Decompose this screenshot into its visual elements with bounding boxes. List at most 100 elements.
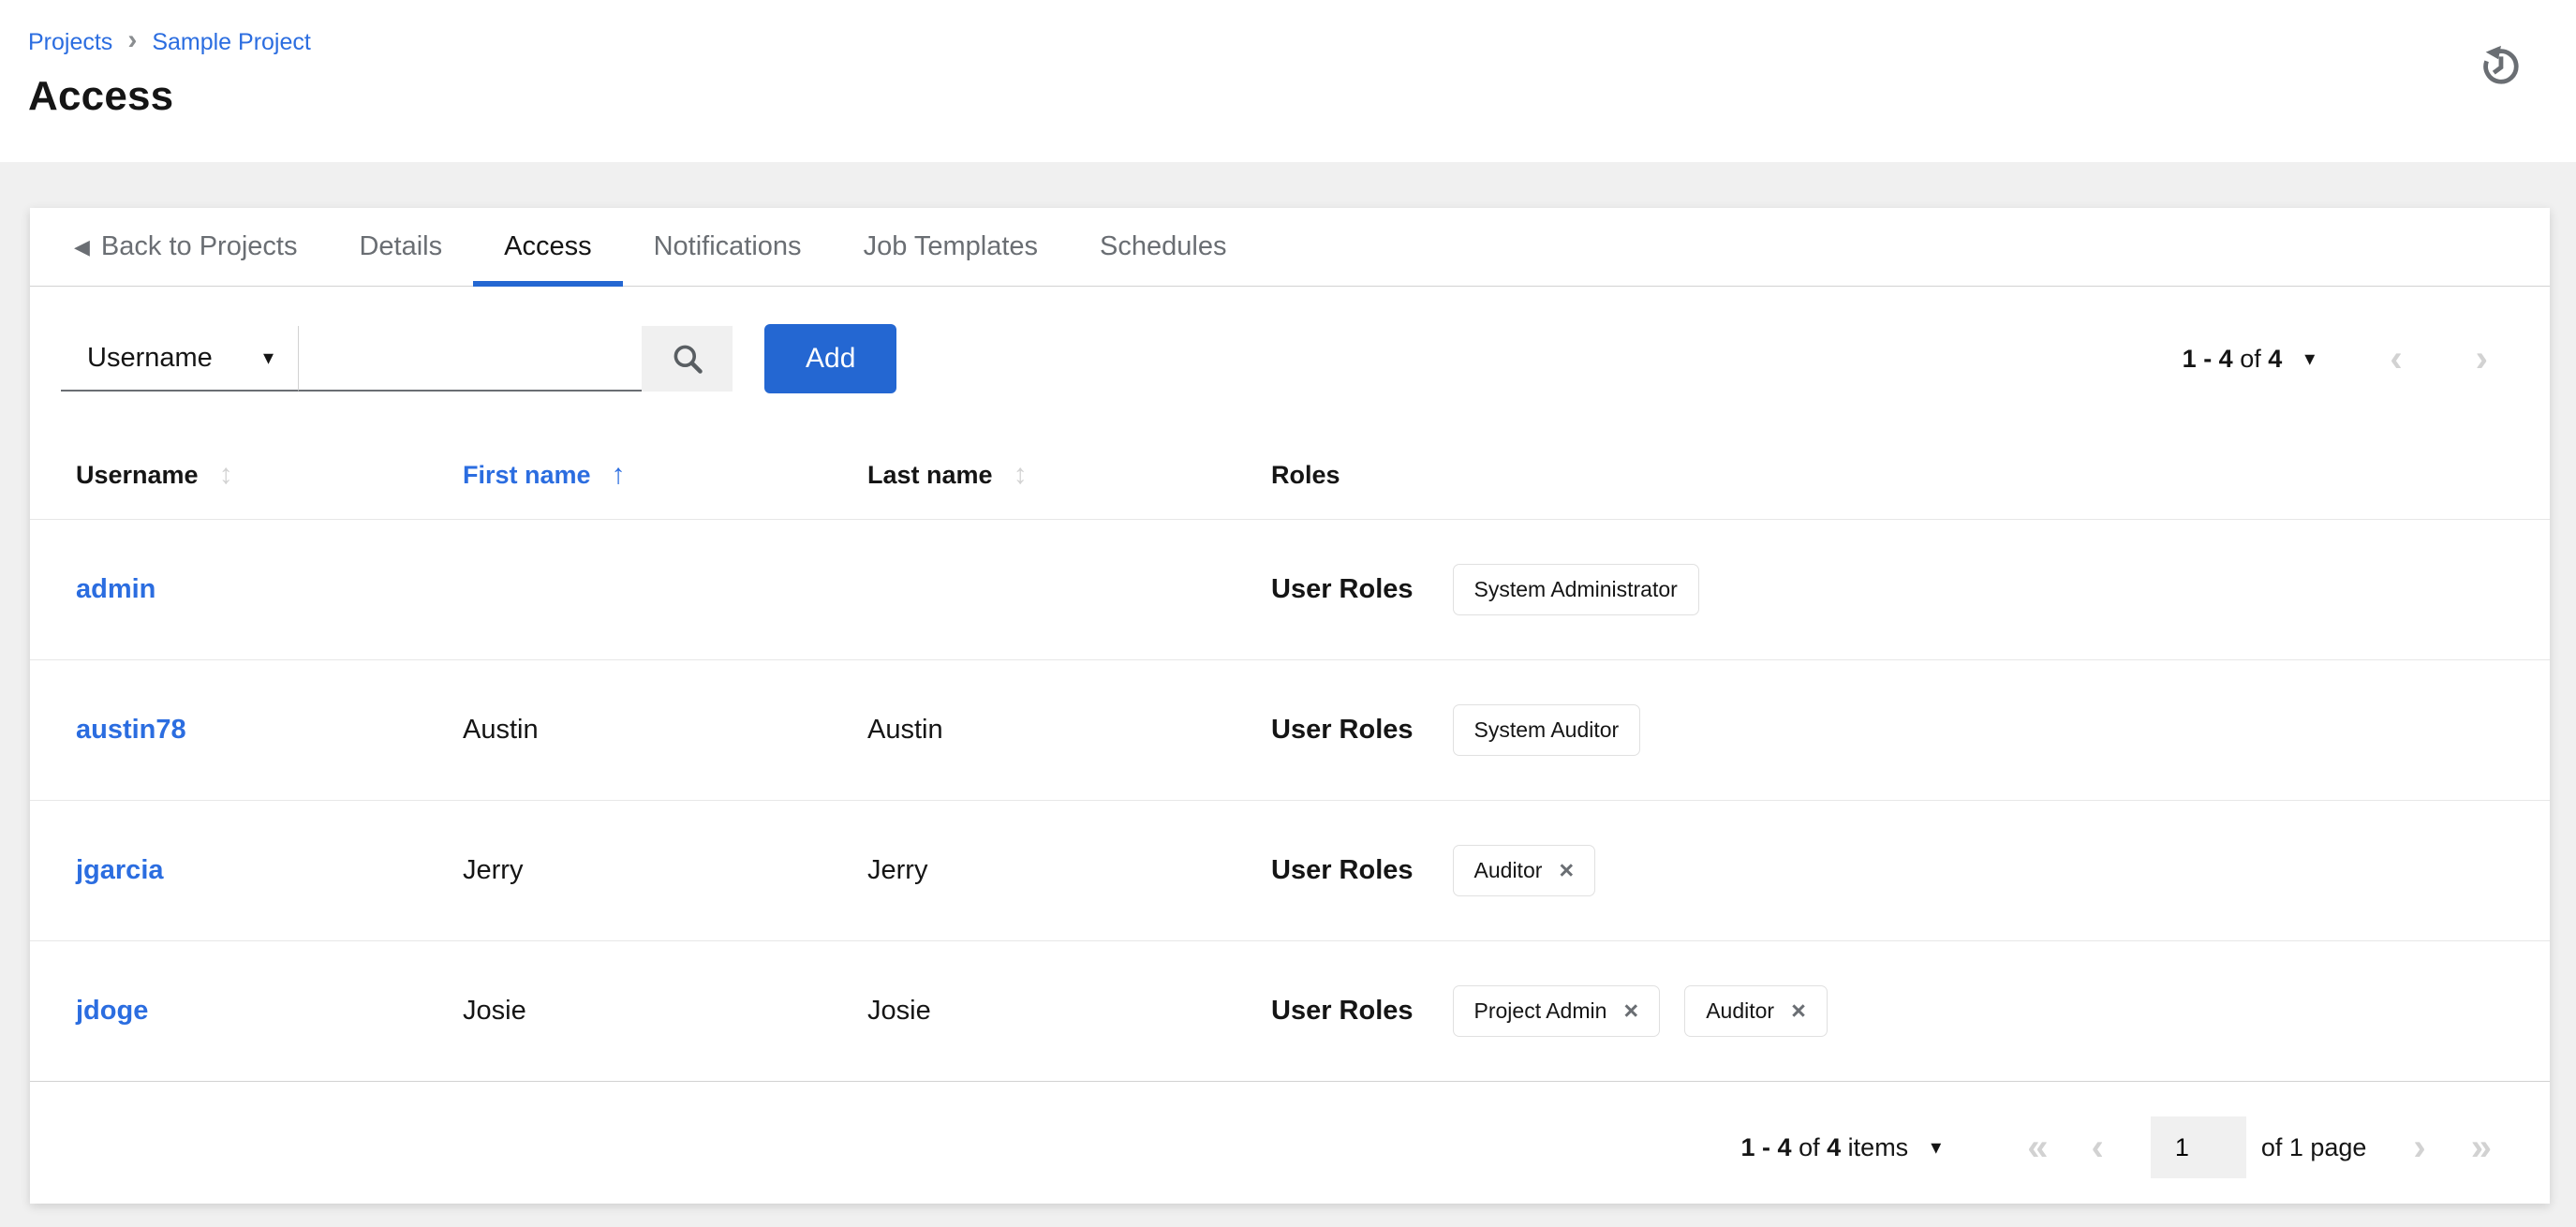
next-page-icon[interactable]: › — [2476, 340, 2488, 377]
first-name-cell: Josie — [463, 996, 526, 1026]
role-chip: Project Admin × — [1452, 985, 1661, 1037]
tab-job-templates[interactable]: Job Templates — [833, 208, 1069, 286]
column-header-roles: Roles — [1271, 461, 2512, 490]
user-roles-label: User Roles — [1271, 574, 1414, 604]
column-label: First name — [463, 460, 591, 489]
role-chip: Auditor × — [1684, 985, 1828, 1037]
sort-icon[interactable]: ↕ — [219, 459, 233, 491]
tab-notifications[interactable]: Notifications — [623, 208, 833, 286]
pagination-items-word: items — [1847, 1132, 1909, 1161]
table-body: admin User Roles System Administrator austi… — [30, 519, 2550, 1081]
tab-back-to-projects[interactable]: ◀ Back to Projects — [43, 208, 328, 286]
access-card: ◀ Back to Projects Details Access Notificati… — [30, 208, 2550, 1204]
username-cell: austin78 — [76, 715, 463, 746]
username-cell: jgarcia — [76, 855, 463, 886]
history-icon — [2479, 43, 2522, 86]
first-page-icon[interactable]: « — [2027, 1129, 2048, 1166]
breadcrumb-link-projects[interactable]: Projects — [28, 29, 112, 56]
column-label: Roles — [1271, 460, 1340, 489]
role-chip: System Auditor — [1452, 704, 1641, 756]
last-page-icon[interactable]: » — [2471, 1129, 2492, 1166]
role-chip-label: Auditor — [1473, 858, 1543, 882]
last-name-cell: Jerry — [867, 855, 928, 885]
pagination-range: 1 - 4 — [1740, 1132, 1792, 1161]
footer-items-text[interactable]: 1 - 4 of 4 items — [1741, 1133, 1909, 1162]
filter-type-select[interactable]: Username ▾ — [61, 326, 298, 392]
column-label: Username — [76, 460, 199, 489]
page-of-label: of 1 page — [2260, 1132, 2367, 1161]
roles-cell: User Roles System Administrator — [1271, 564, 2512, 615]
column-header-first-name[interactable]: First name ↑ — [463, 459, 867, 491]
table-row: admin User Roles System Administrator — [30, 519, 2550, 659]
prev-page-icon[interactable]: ‹ — [2390, 340, 2402, 377]
search-button[interactable] — [642, 326, 733, 392]
tab-label: Job Templates — [863, 231, 1039, 261]
close-icon[interactable]: × — [1623, 998, 1638, 1024]
username-link[interactable]: jdoge — [76, 996, 148, 1026]
roles-cell: User Roles Project Admin × Auditor × — [1271, 985, 2512, 1037]
breadcrumb-separator-icon: › — [127, 24, 138, 55]
top-pagination-text[interactable]: 1 - 4 of 4 — [2183, 345, 2283, 374]
next-page-icon[interactable]: › — [2413, 1129, 2425, 1166]
role-chips: System Auditor — [1452, 704, 1641, 756]
tab-label: Details — [359, 231, 443, 261]
breadcrumb: Projects › Sample Project — [28, 26, 2576, 58]
breadcrumb-link-sample-project[interactable]: Sample Project — [152, 29, 311, 56]
chevron-down-icon[interactable]: ▾ — [2304, 348, 2315, 369]
table-row: jgarcia Jerry Jerry User Roles Auditor × — [30, 800, 2550, 940]
roles-cell: User Roles Auditor × — [1271, 845, 2512, 896]
page-title: Access — [28, 73, 174, 119]
pagination-total: 4 — [2268, 344, 2283, 373]
add-button[interactable]: Add — [764, 324, 897, 393]
page-number-input[interactable] — [2150, 1116, 2246, 1178]
column-label: Last name — [867, 460, 993, 489]
table-header: Username ↕ First name ↑ Last name ↕ Roles — [30, 431, 2550, 519]
pagination-total: 4 — [1827, 1132, 1842, 1161]
username-link[interactable]: jgarcia — [76, 855, 164, 885]
role-chip-label: System Auditor — [1473, 717, 1620, 742]
last-name-cell: Josie — [867, 996, 931, 1026]
sort-icon[interactable]: ↕ — [1014, 459, 1028, 491]
sort-ascending-icon[interactable]: ↑ — [612, 459, 626, 491]
back-icon: ◀ — [74, 234, 90, 259]
user-roles-label: User Roles — [1271, 996, 1414, 1026]
chevron-down-icon[interactable]: ▾ — [1931, 1137, 1941, 1158]
toolbar: Username ▾ Add 1 - 4 of 4 ▾ ‹ › — [30, 287, 2550, 431]
username-link[interactable]: admin — [76, 574, 155, 604]
role-chips: Project Admin × Auditor × — [1452, 985, 1828, 1037]
history-button[interactable] — [2477, 41, 2524, 88]
role-chip-label: System Administrator — [1473, 577, 1678, 601]
username-link[interactable]: austin78 — [76, 715, 186, 745]
search-input[interactable] — [298, 326, 642, 392]
pagination-of: of — [2240, 344, 2261, 373]
chevron-down-icon: ▾ — [262, 346, 274, 369]
search-icon — [671, 342, 704, 376]
username-cell: jdoge — [76, 996, 463, 1027]
filter-type-label: Username — [87, 342, 213, 373]
tab-bar: ◀ Back to Projects Details Access Notificati… — [30, 208, 2550, 287]
role-chip: System Administrator — [1452, 564, 1699, 615]
table-row: jdoge Josie Josie User Roles Project Admin × A… — [30, 940, 2550, 1081]
pagination-of: of — [1799, 1132, 1820, 1161]
role-chip: Auditor × — [1452, 845, 1596, 896]
page-background: ◀ Back to Projects Details Access Notificati… — [0, 162, 2576, 1227]
tab-schedules[interactable]: Schedules — [1069, 208, 1257, 286]
tab-label: Access — [504, 231, 592, 261]
footer-pagination: 1 - 4 of 4 items ▾ « ‹ of 1 page › » — [30, 1081, 2550, 1213]
roles-cell: User Roles System Auditor — [1271, 704, 2512, 756]
close-icon[interactable]: × — [1559, 858, 1574, 883]
column-header-last-name[interactable]: Last name ↕ — [867, 459, 1271, 491]
close-icon[interactable]: × — [1791, 998, 1806, 1024]
tab-details[interactable]: Details — [328, 208, 473, 286]
user-roles-label: User Roles — [1271, 855, 1414, 885]
username-cell: admin — [76, 574, 463, 605]
tab-label: Notifications — [653, 231, 802, 261]
role-chips: System Administrator — [1452, 564, 1699, 615]
first-name-cell: Jerry — [463, 855, 524, 885]
column-header-username[interactable]: Username ↕ — [76, 459, 463, 491]
table-row: austin78 Austin Austin User Roles System Aud… — [30, 659, 2550, 800]
prev-page-icon[interactable]: ‹ — [2091, 1129, 2103, 1166]
tab-label: Back to Projects — [100, 231, 298, 261]
tab-access[interactable]: Access — [473, 208, 624, 287]
tab-label: Schedules — [1100, 231, 1227, 261]
